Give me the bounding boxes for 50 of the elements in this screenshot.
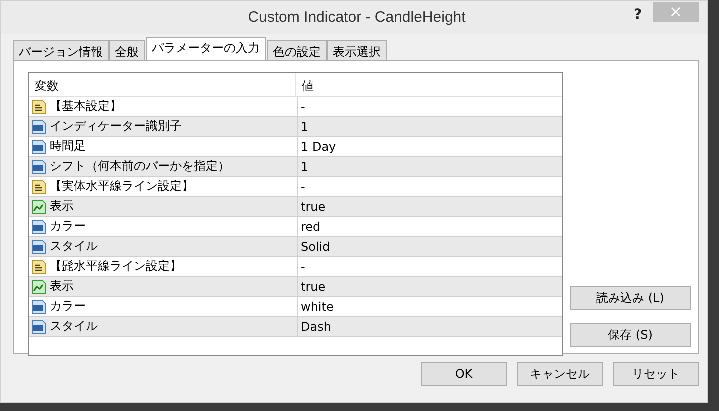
parameter-name: 時間足 (50, 138, 86, 155)
number-type-icon (31, 218, 47, 234)
dialog-button[interactable]: リセット (613, 362, 699, 386)
number-type-icon (31, 118, 47, 134)
text-type-icon (31, 98, 47, 114)
parameter-value[interactable]: - (301, 100, 306, 114)
parameter-value[interactable]: 1 Day (301, 140, 336, 154)
tab[interactable]: 全般 (109, 40, 145, 61)
column-header[interactable]: 値 (296, 73, 320, 96)
parameter-name: カラー (50, 298, 86, 315)
line-chart-icon (31, 278, 47, 294)
text-type-icon (31, 258, 47, 274)
parameter-value[interactable]: - (301, 180, 306, 194)
parameter-name: 【髭水平線ライン設定】 (50, 258, 182, 275)
number-type-icon (31, 298, 47, 314)
dialog-button[interactable]: 読み込み (L) (570, 286, 691, 310)
tab[interactable]: パラメーターの入力 (146, 37, 266, 61)
tab[interactable]: 表示選択 (327, 40, 387, 61)
parameter-name: インディケーター識別子 (50, 118, 182, 135)
parameter-value[interactable]: - (301, 260, 306, 274)
parameter-name: 【基本設定】 (50, 98, 122, 115)
parameter-value[interactable]: 1 (301, 120, 309, 134)
parameter-name: スタイル (50, 238, 98, 255)
window-title: Custom Indicator - CandleHeight (247, 9, 467, 26)
column-header[interactable]: 変数 (29, 73, 296, 96)
parameter-name: 【実体水平線ライン設定】 (50, 178, 194, 195)
text-type-icon (31, 178, 47, 194)
parameter-value[interactable]: true (301, 280, 326, 294)
tab[interactable]: バージョン情報 (13, 40, 109, 61)
parameter-value[interactable]: Solid (301, 240, 330, 254)
help-button[interactable]: ? (623, 6, 653, 22)
parameter-name: シフト（何本前のバーかを指定） (50, 158, 230, 175)
parameter-value[interactable]: 1 (301, 160, 309, 174)
number-type-icon (31, 318, 47, 334)
parameter-value[interactable]: red (301, 220, 321, 234)
line-chart-icon (31, 198, 47, 214)
number-type-icon (31, 238, 47, 254)
dialog-button[interactable]: OK (421, 362, 507, 386)
parameter-value[interactable]: Dash (301, 320, 332, 334)
parameter-value[interactable]: white (301, 300, 334, 314)
parameter-name: 表示 (50, 198, 74, 215)
dialog-button[interactable]: キャンセル (517, 362, 603, 386)
parameter-value[interactable]: true (301, 200, 326, 214)
number-type-icon (31, 158, 47, 174)
dialog-button[interactable]: 保存 (S) (570, 323, 691, 347)
parameter-name: カラー (50, 218, 86, 235)
tab[interactable]: 色の設定 (267, 40, 327, 61)
parameter-name: 表示 (50, 278, 74, 295)
number-type-icon (31, 138, 47, 154)
parameter-name: スタイル (50, 318, 98, 335)
